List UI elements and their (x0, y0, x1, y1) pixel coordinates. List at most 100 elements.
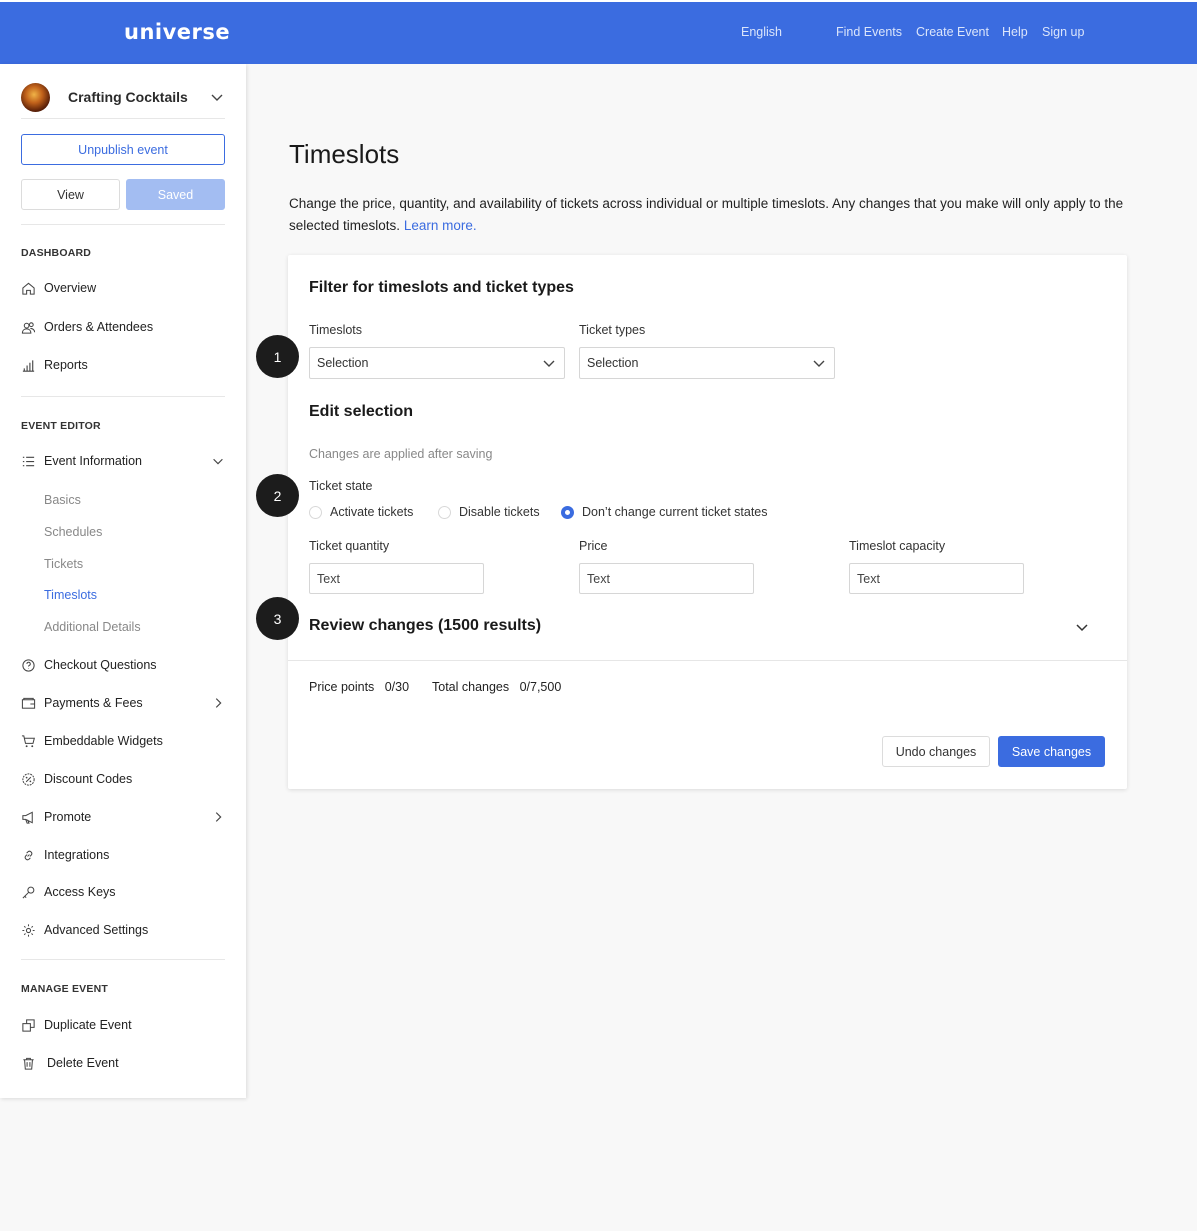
divider (21, 959, 225, 960)
card-divider (288, 660, 1127, 661)
divider (21, 224, 225, 225)
save-hint: Changes are applied after saving (309, 447, 493, 461)
radio-button[interactable] (309, 505, 322, 519)
unpublish-event-button[interactable]: Unpublish event (21, 134, 225, 165)
chevron-right-icon[interactable] (211, 696, 225, 710)
price-input[interactable]: Text (579, 563, 754, 594)
save-changes-button[interactable]: Save changes (998, 736, 1105, 767)
sidebar-item-label: Checkout Questions (44, 658, 157, 672)
nav-sign-up[interactable]: Sign up (1042, 25, 1084, 39)
megaphone-icon (22, 811, 33, 824)
divider (21, 396, 225, 397)
radio-dont-change-ticket-states[interactable]: Don’t change current ticket states (561, 505, 768, 519)
sidebar-subitem-basics[interactable]: Basics (44, 493, 81, 507)
people-icon (21, 321, 36, 334)
radio-button-selected[interactable] (561, 505, 574, 519)
sidebar-subitem-additional-details[interactable]: Additional Details (44, 620, 141, 634)
ticket-quantity-input[interactable]: Text (309, 563, 484, 594)
sidebar-item-label: Advanced Settings (44, 923, 149, 937)
ticket-types-select-value: Selection (587, 356, 639, 370)
sidebar-item-label: Overview (44, 281, 97, 295)
nav-create-event[interactable]: Create Event (916, 25, 989, 39)
nav-help[interactable]: Help (1002, 25, 1028, 39)
sidebar-item-access-keys[interactable]: Access Keys (21, 881, 225, 903)
home-icon (22, 282, 35, 295)
price-label: Price (579, 539, 608, 553)
sidebar-item-embeddable-widgets[interactable]: Embeddable Widgets (21, 730, 225, 752)
sidebar-item-discount-codes[interactable]: Discount Codes (21, 768, 225, 790)
ticket-state-label: Ticket state (309, 479, 373, 493)
sidebar-item-label: Reports (44, 358, 88, 372)
sidebar-item-payments-fees[interactable]: Payments & Fees (21, 692, 225, 714)
total-changes-value: 0/7,500 (519, 680, 562, 694)
sidebar-item-checkout-questions[interactable]: Checkout Questions (21, 654, 225, 676)
chevron-down-icon (813, 360, 825, 367)
price-points-value: 0/30 (384, 680, 410, 694)
total-changes-stat: Total changes 0/7,500 (432, 680, 561, 694)
radio-label: Activate tickets (330, 505, 414, 519)
sidebar-item-event-information[interactable]: Event Information (21, 450, 225, 472)
timeslot-capacity-input[interactable]: Text (849, 563, 1024, 594)
sidebar-item-promote[interactable]: Promote (21, 806, 225, 828)
timeslot-capacity-label: Timeslot capacity (849, 539, 946, 553)
learn-more-link[interactable]: Learn more. (404, 218, 477, 233)
sidebar-item-label: Promote (44, 810, 92, 824)
nav-find-events[interactable]: Find Events (836, 25, 902, 39)
sidebar-item-delete-event[interactable]: Delete Event (21, 1052, 225, 1074)
sidebar-item-orders-attendees[interactable]: Orders & Attendees (21, 316, 225, 338)
sidebar-item-overview[interactable]: Overview (21, 277, 225, 299)
event-editor-section-label: EVENT EDITOR (21, 420, 101, 432)
timeslots-select[interactable]: Selection (309, 347, 565, 379)
review-changes-heading[interactable]: Review changes (1500 results) (309, 617, 541, 635)
radio-activate-tickets[interactable]: Activate tickets (309, 505, 413, 519)
chevron-down-icon[interactable] (209, 89, 225, 105)
wallet-icon (21, 697, 36, 709)
sidebar-item-label: Delete Event (47, 1056, 119, 1070)
radio-disable-tickets[interactable]: Disable tickets (438, 505, 540, 519)
chevron-right-icon[interactable] (211, 810, 225, 824)
sidebar-item-label: Access Keys (44, 885, 116, 899)
sidebar-item-integrations[interactable]: Integrations (21, 844, 225, 866)
question-icon (22, 658, 35, 672)
radio-label: Disable tickets (459, 505, 540, 519)
page-title: Timeslots (289, 139, 400, 169)
chevron-down-icon[interactable] (211, 454, 225, 468)
event-switcher[interactable]: Crafting Cocktails (21, 77, 225, 117)
price-points-stat: Price points 0/30 (309, 680, 409, 694)
sidebar-subitem-timeslots[interactable]: Timeslots (44, 588, 97, 602)
gear-icon (22, 923, 35, 937)
sidebar-item-label: Payments & Fees (44, 696, 143, 710)
sidebar: Crafting Cocktails Unpublish event View … (0, 64, 246, 1098)
price-points-label: Price points (309, 680, 375, 694)
sidebar-item-duplicate-event[interactable]: Duplicate Event (21, 1014, 225, 1036)
total-changes-label: Total changes (432, 680, 510, 694)
undo-changes-button[interactable]: Undo changes (882, 736, 990, 767)
ticket-types-select[interactable]: Selection (579, 347, 835, 379)
step-marker-2: 2 (256, 474, 299, 517)
sidebar-item-label: Embeddable Widgets (44, 734, 163, 748)
sidebar-subitem-schedules[interactable]: Schedules (44, 525, 102, 539)
ticket-quantity-label: Ticket quantity (309, 539, 390, 553)
divider (21, 118, 225, 119)
saved-button[interactable]: Saved (126, 179, 225, 210)
key-icon (22, 886, 35, 898)
sidebar-item-label: Duplicate Event (44, 1018, 132, 1032)
edit-selection-heading: Edit selection (309, 403, 414, 420)
radio-button[interactable] (438, 505, 451, 519)
duplicate-icon (22, 1018, 35, 1032)
sidebar-item-label: Discount Codes (44, 772, 133, 786)
cart-icon (21, 734, 35, 747)
sidebar-subitem-tickets[interactable]: Tickets (44, 557, 83, 571)
top-bar: universe English Find Events Create Even… (0, 0, 1197, 64)
event-avatar (21, 82, 50, 112)
filter-heading: Filter for timeslots and ticket types (309, 279, 574, 296)
universe-logo[interactable]: universe (124, 20, 230, 44)
timeslots-select-value: Selection (317, 356, 369, 370)
sidebar-item-reports[interactable]: Reports (21, 354, 225, 376)
view-button[interactable]: View (21, 179, 120, 210)
step-marker-3: 3 (256, 597, 299, 640)
language-selector[interactable]: English (741, 25, 782, 39)
manage-event-section-label: MANAGE EVENT (21, 983, 108, 995)
chevron-down-icon[interactable] (1074, 619, 1090, 635)
sidebar-item-advanced-settings[interactable]: Advanced Settings (21, 919, 225, 941)
